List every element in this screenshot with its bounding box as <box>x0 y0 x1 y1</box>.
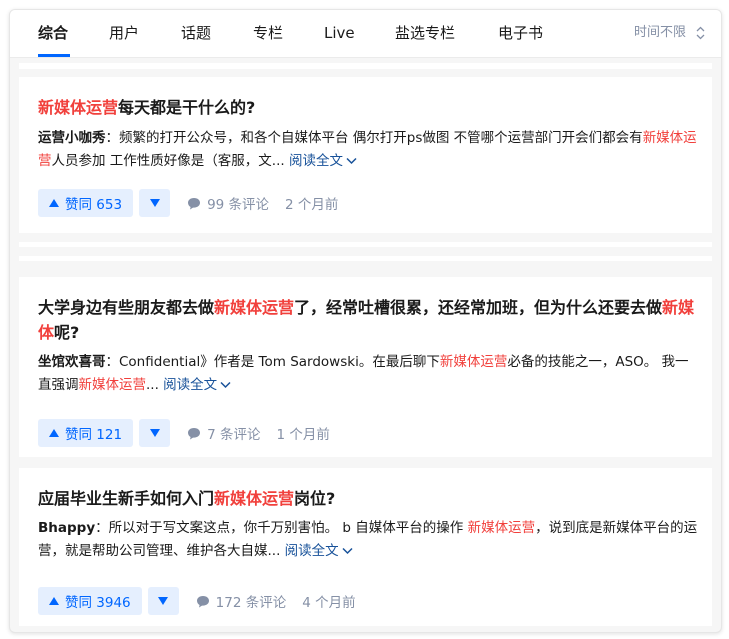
comment-icon <box>196 595 209 607</box>
comments-button[interactable]: 7 条评论 <box>187 423 260 443</box>
result-title[interactable]: 大学身边有些朋友都去做新媒体运营了，经常吐槽很累，还经常加班，但为什么还要去做新… <box>38 295 698 345</box>
comment-icon <box>188 197 201 209</box>
read-more-label: 阅读全文 <box>288 153 343 169</box>
tab-salt-columns[interactable]: 盐选专栏 <box>395 24 455 42</box>
post-time: 4 个月前 <box>302 595 356 611</box>
action-bar: 赞同 3946 172 条评论 4 个月前 <box>38 587 356 615</box>
title-text: 了，经常吐槽很累，还经常加班，但为什么还要去做 <box>294 298 663 317</box>
search-result-card: 大学身边有些朋友都去做新媒体运营了，经常吐槽很累，还经常加班，但为什么还要去做新… <box>19 277 712 457</box>
tab-topics[interactable]: 话题 <box>181 24 211 42</box>
post-time: 1 个月前 <box>276 427 330 443</box>
post-time: 2 个月前 <box>285 197 339 213</box>
comments-count: 7 条评论 <box>207 427 261 443</box>
read-more-label: 阅读全文 <box>163 377 218 393</box>
result-excerpt[interactable]: Bhappy：所以对于写文案这点，你千万别害怕。 b 自媒体平台的操作 新媒体运… <box>38 517 702 563</box>
read-more-link[interactable]: 阅读全文 <box>163 377 231 393</box>
title-highlight: 新媒体运营 <box>214 298 295 317</box>
triangle-up-icon <box>49 597 59 605</box>
author-separator: ： <box>105 354 120 370</box>
divider-strip <box>19 242 712 247</box>
tab-live[interactable]: Live <box>324 24 355 42</box>
triangle-up-icon <box>49 199 59 207</box>
downvote-button[interactable] <box>147 587 179 615</box>
upvote-label: 赞同 121 <box>65 427 123 443</box>
previous-card-edge <box>19 63 712 69</box>
excerpt-text: ... <box>146 377 159 393</box>
title-text: 大学身边有些朋友都去做 <box>38 298 215 317</box>
excerpt-highlight: 新媒体运营 <box>78 377 147 393</box>
time-filter-label: 时间不限 <box>633 25 686 40</box>
downvote-button[interactable] <box>139 419 171 447</box>
tab-columns[interactable]: 专栏 <box>253 24 283 42</box>
author-name[interactable]: 运营小咖秀 <box>38 130 106 146</box>
result-title[interactable]: 新媒体运营每天都是干什么的? <box>38 95 698 120</box>
divider-strip <box>19 256 712 261</box>
search-tab-bar: 综合 用户 话题 专栏 Live 盐选专栏 电子书 时间不限 <box>10 10 721 58</box>
triangle-down-icon <box>158 597 169 605</box>
chevron-down-icon <box>346 157 357 165</box>
author-name[interactable]: 坐馆欢喜哥 <box>38 354 106 370</box>
comments-button[interactable]: 99 条评论 <box>187 193 269 213</box>
excerpt-text: 所以对于写文案这点，你千万别害怕。 b 自媒体平台的操作 <box>108 520 468 536</box>
excerpt-text: 人员参加 工作性质好像是（客服，文... <box>51 153 285 169</box>
time-filter-dropdown[interactable]: 时间不限 <box>634 24 705 42</box>
excerpt-text: Confidential》作者是 Tom Sardowski。在最后聊下 <box>119 354 440 370</box>
result-excerpt[interactable]: 坐馆欢喜哥：Confidential》作者是 Tom Sardowski。在最后… <box>38 351 702 397</box>
upvote-button[interactable]: 赞同 3946 <box>38 587 142 615</box>
title-highlight: 新媒体运营 <box>214 489 295 508</box>
tab-comprehensive[interactable]: 综合 <box>38 24 68 42</box>
upvote-button[interactable]: 赞同 121 <box>38 419 134 447</box>
triangle-down-icon <box>149 429 160 437</box>
triangle-down-icon <box>149 199 160 207</box>
excerpt-highlight: 新媒体运营 <box>467 520 536 536</box>
tab-users[interactable]: 用户 <box>109 24 139 42</box>
read-more-link[interactable]: 阅读全文 <box>285 543 353 559</box>
title-text: 每天都是干什么的? <box>118 98 256 117</box>
comments-count: 172 条评论 <box>215 595 287 611</box>
action-bar: 赞同 653 99 条评论 2 个月前 <box>38 189 338 217</box>
sort-updown-icon <box>696 26 705 40</box>
downvote-button[interactable] <box>139 189 171 217</box>
comments-button[interactable]: 172 条评论 <box>196 591 287 611</box>
comments-count: 99 条评论 <box>207 197 270 213</box>
author-separator: ： <box>105 130 120 146</box>
tab-ebooks[interactable]: 电子书 <box>498 24 543 42</box>
search-results-window: 综合 用户 话题 专栏 Live 盐选专栏 电子书 时间不限 新媒体运营每天都是… <box>9 9 722 633</box>
triangle-up-icon <box>49 429 59 437</box>
search-result-card: 应届毕业生新手如何入门新媒体运营岗位? Bhappy：所以对于写文案这点，你千万… <box>19 468 712 626</box>
title-text: 应届毕业生新手如何入门 <box>38 489 215 508</box>
search-result-card: 新媒体运营每天都是干什么的? 运营小咖秀：频繁的打开公众号，和各个自媒体平台 偶… <box>19 77 712 233</box>
title-text: 岗位? <box>294 489 336 508</box>
title-highlight: 新媒体运营 <box>38 98 119 117</box>
upvote-label: 赞同 3946 <box>65 595 131 611</box>
result-excerpt[interactable]: 运营小咖秀：频繁的打开公众号，和各个自媒体平台 偶尔打开ps做图 不管哪个运营部… <box>38 127 702 173</box>
action-bar: 赞同 121 7 条评论 1 个月前 <box>38 419 330 447</box>
read-more-link[interactable]: 阅读全文 <box>289 153 357 169</box>
upvote-label: 赞同 653 <box>65 197 123 213</box>
chevron-down-icon <box>342 547 353 555</box>
chevron-down-icon <box>220 381 231 389</box>
active-tab-indicator <box>38 54 70 57</box>
excerpt-highlight: 新媒体运营 <box>439 354 508 370</box>
author-name[interactable]: Bhappy <box>38 520 95 536</box>
title-text: 呢? <box>54 323 80 342</box>
upvote-button[interactable]: 赞同 653 <box>38 189 134 217</box>
author-separator: ： <box>95 520 109 536</box>
comment-icon <box>188 427 201 439</box>
result-title[interactable]: 应届毕业生新手如何入门新媒体运营岗位? <box>38 486 698 511</box>
excerpt-text: 频繁的打开公众号，和各个自媒体平台 偶尔打开ps做图 不管哪个运营部门开会们都会… <box>119 130 643 146</box>
read-more-label: 阅读全文 <box>284 543 339 559</box>
